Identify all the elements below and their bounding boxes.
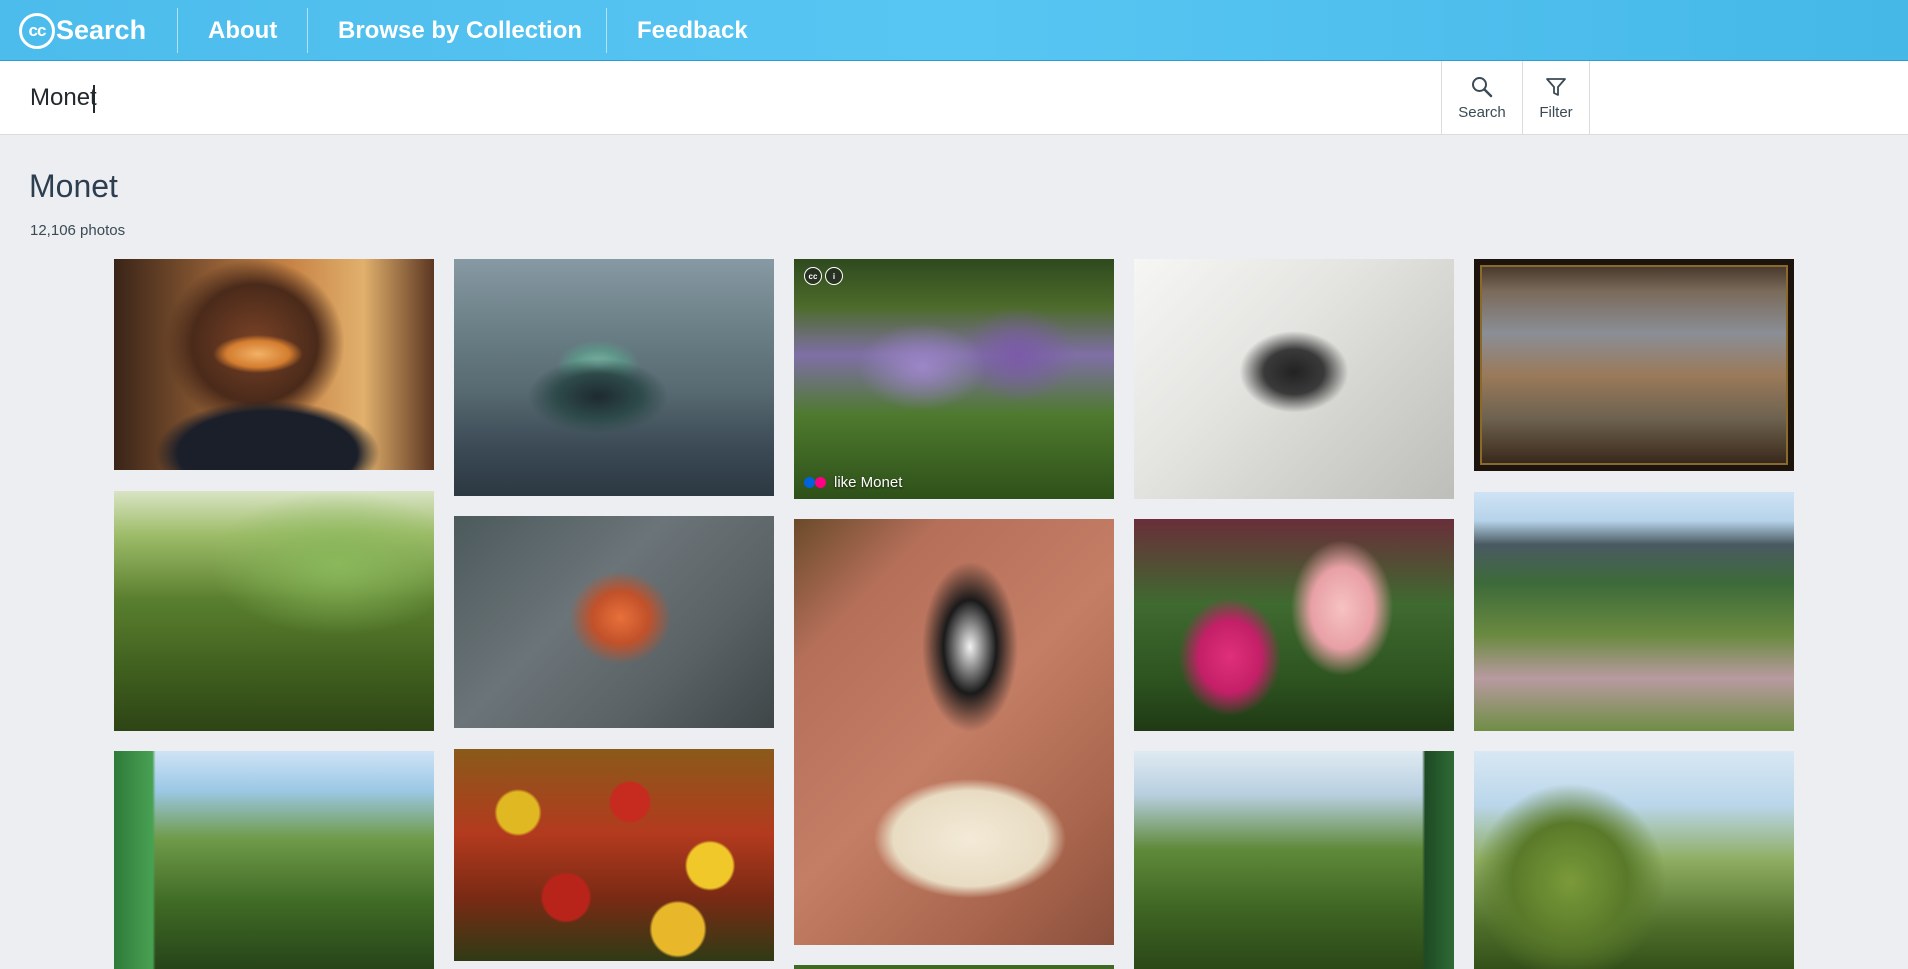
image-tile-orange-boat-painting[interactable] (454, 516, 774, 728)
image-tile-studio-boat[interactable] (454, 259, 774, 496)
by-icon: i (825, 267, 843, 285)
caption-text: like Monet (834, 474, 903, 491)
nav-divider (177, 8, 178, 53)
image-tile-pansies[interactable] (454, 749, 774, 961)
nav-about[interactable]: About (208, 0, 277, 61)
cc-icon: cc (804, 267, 822, 285)
search-input[interactable] (18, 73, 1418, 123)
image-tile-framed-painting[interactable] (1474, 259, 1794, 471)
image-tile-monet-house[interactable] (1474, 492, 1794, 731)
search-bar: Search Filter (0, 61, 1908, 135)
cc-logo-icon: cc (19, 12, 55, 49)
filter-button[interactable]: Filter (1522, 61, 1590, 135)
image-tile-hair-clip[interactable] (114, 259, 434, 470)
text-caret (93, 85, 95, 113)
results-count: 12,106 photos (30, 222, 126, 239)
nav-feedback[interactable]: Feedback (637, 0, 748, 61)
cc-search-logo[interactable]: cc Search (19, 10, 146, 51)
filter-icon (1546, 77, 1566, 96)
image-tile-garden-arbor[interactable] (114, 751, 434, 969)
image-tile-irises[interactable]: cc i like Monet (794, 259, 1114, 499)
results-title: Monet (29, 168, 118, 204)
license-icons: cc i (804, 267, 843, 285)
nav-divider (307, 8, 308, 53)
nav-divider (606, 8, 607, 53)
search-icon (1472, 76, 1493, 97)
flickr-icon (804, 477, 826, 488)
image-tile-black-cat-blanket[interactable] (1134, 259, 1454, 499)
search-button-label: Search (1458, 103, 1506, 121)
image-tile-garden-trees[interactable] (1134, 751, 1454, 969)
image-tile-hyacinths[interactable] (1134, 519, 1454, 731)
image-tile-garden-path[interactable] (114, 491, 434, 731)
nav-browse-by-collection[interactable]: Browse by Collection (338, 0, 582, 61)
image-tile-dog-cinnamon-roll[interactable] (794, 519, 1114, 945)
filter-button-label: Filter (1539, 103, 1573, 121)
image-caption: like Monet (804, 474, 902, 491)
image-tile-willow-tree[interactable] (1474, 751, 1794, 969)
image-tile-bottom[interactable] (794, 965, 1114, 969)
search-button[interactable]: Search (1441, 61, 1522, 135)
top-navigation-bar: cc Search About Browse by Collection Fee… (0, 0, 1908, 61)
logo-text: Search (56, 15, 147, 45)
